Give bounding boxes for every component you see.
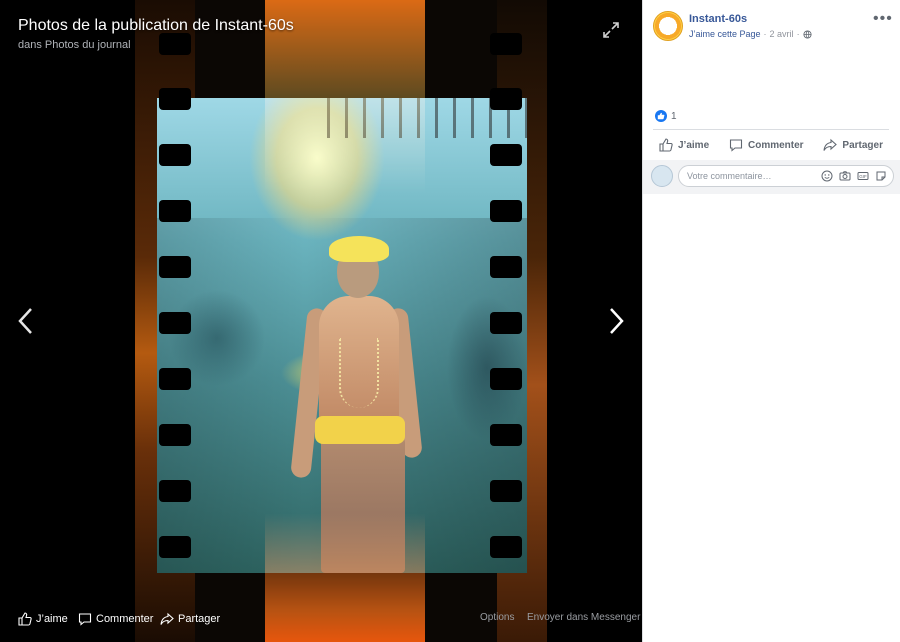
share-button[interactable]: Partager xyxy=(817,134,889,156)
sprocket-hole xyxy=(490,424,522,446)
sprocket-hole xyxy=(490,200,522,222)
light-leak xyxy=(265,0,425,642)
viewer-share-button[interactable]: Partager xyxy=(160,612,220,626)
viewer-subtitle[interactable]: dans Photos du journal xyxy=(18,39,131,51)
thumbs-up-icon xyxy=(659,138,673,152)
sprocket-hole xyxy=(490,536,522,558)
viewer-like-label: J’aime xyxy=(36,613,68,625)
globe-icon xyxy=(803,29,812,39)
post-date[interactable]: 2 avril xyxy=(770,29,794,39)
sprocket-hole xyxy=(490,256,522,278)
sprocket-hole xyxy=(490,88,522,110)
sprocket-hole xyxy=(159,536,191,558)
sprocket-hole xyxy=(159,33,191,55)
share-icon xyxy=(160,612,174,625)
svg-text:GIF: GIF xyxy=(859,174,867,179)
expand-icon[interactable] xyxy=(602,21,620,39)
sprocket-hole xyxy=(490,33,522,55)
sprocket-hole xyxy=(490,368,522,390)
reaction-summary[interactable]: 1 xyxy=(655,110,677,122)
emoji-icon[interactable] xyxy=(821,170,833,182)
sprocket-hole xyxy=(159,144,191,166)
page-name-link[interactable]: Instant-60s xyxy=(689,13,747,25)
post-meta: J’aime cette Page · 2 avril · xyxy=(689,29,812,39)
camera-icon[interactable] xyxy=(839,170,851,182)
like-label: J’aime xyxy=(678,139,710,151)
meta-separator: · xyxy=(763,29,767,39)
sprocket-hole xyxy=(490,480,522,502)
like-reaction-icon xyxy=(655,110,667,122)
share-label: Partager xyxy=(842,139,883,151)
sprocket-hole xyxy=(159,200,191,222)
options-link[interactable]: Options xyxy=(480,612,514,623)
viewer-like-button[interactable]: J’aime xyxy=(18,612,68,626)
comment-icon xyxy=(729,139,743,152)
photo[interactable] xyxy=(135,0,547,642)
share-icon xyxy=(823,138,838,151)
sprocket-hole xyxy=(490,312,522,334)
comment-button[interactable]: Commenter xyxy=(723,134,810,156)
comment-label: Commenter xyxy=(747,139,804,151)
sprocket-hole xyxy=(159,368,191,390)
viewer-comment-label: Commenter xyxy=(96,613,154,625)
meta-separator: · xyxy=(796,29,800,39)
previous-photo-icon[interactable] xyxy=(14,306,38,336)
like-button[interactable]: J’aime xyxy=(653,134,715,156)
post-actions: J’aime Commenter Partager xyxy=(653,134,889,156)
gif-icon[interactable]: GIF xyxy=(857,170,869,182)
sprocket-hole xyxy=(159,312,191,334)
thumbs-up-icon xyxy=(18,612,32,626)
composer-icons: GIF xyxy=(821,170,887,182)
likes-count: 1 xyxy=(671,110,677,122)
comment-icon xyxy=(78,613,92,626)
sprocket-hole xyxy=(159,256,191,278)
user-avatar xyxy=(651,165,673,187)
comment-composer: Votre commentaire… GIF xyxy=(643,160,900,194)
more-options-icon[interactable]: ••• xyxy=(873,10,893,28)
page-avatar[interactable] xyxy=(653,11,683,41)
sprocket-hole xyxy=(490,144,522,166)
sprocket-hole xyxy=(159,424,191,446)
like-page-link[interactable]: J’aime cette Page xyxy=(689,29,761,39)
viewer-title: Photos de la publication de Instant-60s xyxy=(18,17,294,34)
sticker-icon[interactable] xyxy=(875,170,887,182)
viewer-comment-button[interactable]: Commenter xyxy=(78,612,153,626)
divider xyxy=(653,129,889,130)
next-photo-icon[interactable] xyxy=(604,306,628,336)
sprocket-hole xyxy=(159,480,191,502)
post-sidebar: Instant-60s J’aime cette Page · 2 avril … xyxy=(642,0,900,642)
send-in-messenger-link[interactable]: Envoyer dans Messenger xyxy=(527,612,640,623)
comment-placeholder: Votre commentaire… xyxy=(687,171,772,181)
sprocket-hole xyxy=(159,88,191,110)
viewer-share-label: Partager xyxy=(178,613,221,625)
photo-viewer: Photos de la publication de Instant-60s … xyxy=(0,0,642,642)
comment-input[interactable]: Votre commentaire… GIF xyxy=(678,165,894,187)
